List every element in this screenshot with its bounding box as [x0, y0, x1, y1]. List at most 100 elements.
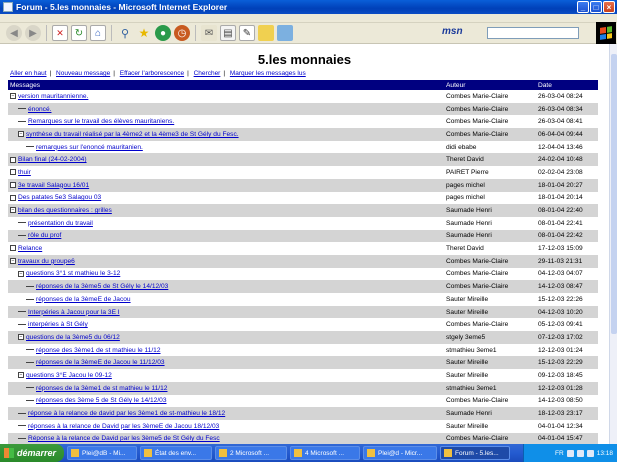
page-title: 5.les monnaies	[257, 52, 352, 67]
window-titlebar[interactable]: Forum - 5.les monnaies - Microsoft Inter…	[0, 0, 617, 14]
message-link[interactable]: énoncé.	[28, 106, 51, 113]
thread-node-icon[interactable]	[10, 169, 16, 176]
minimize-button[interactable]: _	[577, 1, 589, 13]
tray-icon[interactable]	[576, 449, 584, 457]
tray-icon[interactable]	[586, 449, 594, 457]
nav-link-new-message[interactable]: Nouveau message	[56, 70, 110, 77]
taskbar-task-button[interactable]: Plei@d - Micr...	[363, 446, 437, 460]
tree-branch-icon	[26, 362, 34, 364]
message-cell: présentation du travail	[8, 216, 444, 230]
collapse-toggle-icon[interactable]: −	[18, 270, 24, 277]
message-link[interactable]: travaux du groupe6	[18, 258, 75, 265]
start-button[interactable]: démarrer	[0, 444, 64, 462]
table-row: énoncé. Combes Marie-Claire 26-03-04 08:34	[8, 102, 598, 116]
back-icon[interactable]: ◀	[6, 25, 22, 41]
folder-icon[interactable]	[258, 25, 274, 41]
forward-icon[interactable]: ▶	[25, 25, 41, 41]
message-link[interactable]: Interpéries à Jacou pour la 3E I	[28, 309, 120, 316]
message-link[interactable]: réponses de la 3ème5 de St Gély le 14/12…	[36, 283, 168, 290]
message-link[interactable]: réponses de la 3èmeE de Jacou	[36, 296, 131, 303]
message-link[interactable]: 3e travail Salagou 16/01	[18, 182, 89, 189]
scrollbar-thumb[interactable]	[611, 54, 617, 334]
date-cell: 26-03-04 08:34	[536, 102, 598, 116]
collapse-toggle-icon[interactable]: −	[18, 334, 24, 341]
tray-icon[interactable]	[566, 449, 574, 457]
stop-icon[interactable]: ✕	[52, 25, 68, 41]
collapse-toggle-icon[interactable]: −	[10, 258, 16, 265]
message-link[interactable]: version mauritannienne.	[18, 93, 88, 100]
tree-branch-icon	[18, 108, 26, 110]
vertical-scrollbar[interactable]	[609, 44, 617, 444]
message-link[interactable]: questions de la 3ème5 du 06/12	[26, 334, 120, 341]
nav-link-top[interactable]: Aller en haut	[10, 70, 47, 77]
message-link[interactable]: réponses des 3ème 5 de St Gély le 14/12/…	[36, 397, 167, 404]
thread-node-icon[interactable]	[10, 156, 16, 163]
messenger-icon[interactable]	[277, 25, 293, 41]
message-link[interactable]: rôle du prof	[28, 232, 61, 239]
task-label: Forum - 5.les...	[455, 449, 499, 457]
message-link[interactable]: réponse à la relance de david par les 3è…	[28, 410, 225, 417]
date-cell: 12-12-03 01:24	[536, 343, 598, 357]
collapse-toggle-icon[interactable]: −	[10, 207, 16, 214]
message-link[interactable]: bilan des questionnaires : grilles	[18, 207, 112, 214]
message-link[interactable]: Relance	[18, 245, 42, 252]
table-row: 3e travail Salagou 16/01 pages michel 18-0…	[8, 178, 598, 192]
favorites-icon[interactable]: ★	[136, 25, 152, 41]
system-tray: FR 13:18	[523, 444, 617, 462]
message-link[interactable]: réponses de la 3èmeE de Jacou le 11/12/0…	[36, 359, 165, 366]
thread-node-icon[interactable]	[10, 194, 16, 201]
date-cell: 14-12-03 08:50	[536, 394, 598, 408]
taskbar-task-button[interactable]: Forum - 5.les...	[440, 446, 510, 460]
message-link[interactable]: interpéries à St Gély	[28, 321, 88, 328]
taskbar-task-button[interactable]: Plei@dB - Mi...	[67, 446, 137, 460]
msn-logo[interactable]: msn	[442, 26, 463, 37]
mail-icon[interactable]: ✉	[201, 25, 217, 41]
language-indicator[interactable]: FR	[555, 450, 564, 457]
message-list: − version mauritannienne. Combes Marie-Cla…	[8, 90, 598, 444]
home-icon[interactable]: ⌂	[90, 25, 106, 41]
message-link[interactable]: réponses à la relance de David par les 3…	[28, 423, 219, 430]
maximize-button[interactable]: □	[590, 1, 602, 13]
message-cell: interpéries à St Gély	[8, 318, 444, 332]
message-link[interactable]: Des patates 5e3 Salagou 03	[18, 194, 101, 201]
close-button[interactable]: ×	[603, 1, 615, 13]
msn-search-input[interactable]	[487, 27, 579, 39]
message-cell: réponses de la 3ème5 de St Gély le 14/12…	[8, 280, 444, 293]
message-link[interactable]: remarques sur l'enoncé mauritanien.	[36, 144, 143, 151]
media-icon[interactable]: ●	[155, 25, 171, 41]
message-link[interactable]: Bilan final (24-02-2004)	[18, 156, 87, 163]
collapse-toggle-icon[interactable]: −	[18, 372, 24, 379]
message-link[interactable]: Réponse à la relance de David par les 3è…	[28, 435, 220, 442]
message-link[interactable]: synthèse du travail réalisé par la 4ème2…	[26, 131, 239, 138]
author-cell: Saumade Henri	[444, 216, 536, 230]
edit-icon[interactable]: ✎	[239, 25, 255, 41]
thread-node-icon[interactable]	[10, 245, 16, 252]
author-cell: Combes Marie-Claire	[444, 128, 536, 141]
author-cell: didi ebabe	[444, 140, 536, 154]
message-cell: réponses de la 3ème1 de st mathieu le 11…	[8, 381, 444, 395]
message-link[interactable]: questions 3°E Jacou le 09-12	[26, 372, 112, 379]
collapse-toggle-icon[interactable]: −	[18, 131, 24, 138]
refresh-icon[interactable]: ↻	[71, 25, 87, 41]
taskbar-task-button[interactable]: 4 Microsoft ...	[290, 446, 360, 460]
task-label: 2 Microsoft ...	[230, 449, 270, 457]
message-link[interactable]: présentation du travail	[28, 220, 93, 227]
collapse-toggle-icon[interactable]: −	[10, 93, 16, 100]
message-link[interactable]: thuir	[18, 169, 31, 176]
history-icon[interactable]: ◷	[174, 25, 190, 41]
taskbar-task-button[interactable]: 2 Microsoft ...	[215, 446, 287, 460]
thread-node-icon[interactable]	[10, 181, 16, 188]
taskbar-task-button[interactable]: État des env...	[140, 446, 212, 460]
message-link[interactable]: questions 3°1 st mathieu le 3-12	[26, 270, 120, 277]
search-icon[interactable]: ⚲	[117, 25, 133, 41]
nav-link-clear-tree[interactable]: Effacer l'arborescence	[120, 70, 184, 77]
message-link[interactable]: Remarques sur le travail des élèves maur…	[28, 118, 174, 125]
message-link[interactable]: réponses de la 3ème1 de st mathieu le 11…	[36, 385, 167, 392]
message-link[interactable]: réponse des 3ème1 de st mathieu le 11/12	[36, 347, 161, 354]
message-cell: réponse à la relance de david par les 3è…	[8, 407, 444, 420]
tree-branch-icon	[26, 387, 34, 389]
date-cell: 04-12-03 10:20	[536, 305, 598, 319]
nav-link-mark-read[interactable]: Marquer les messages lus	[230, 70, 306, 77]
print-icon[interactable]: ▤	[220, 25, 236, 41]
nav-link-search[interactable]: Chercher	[194, 70, 221, 77]
